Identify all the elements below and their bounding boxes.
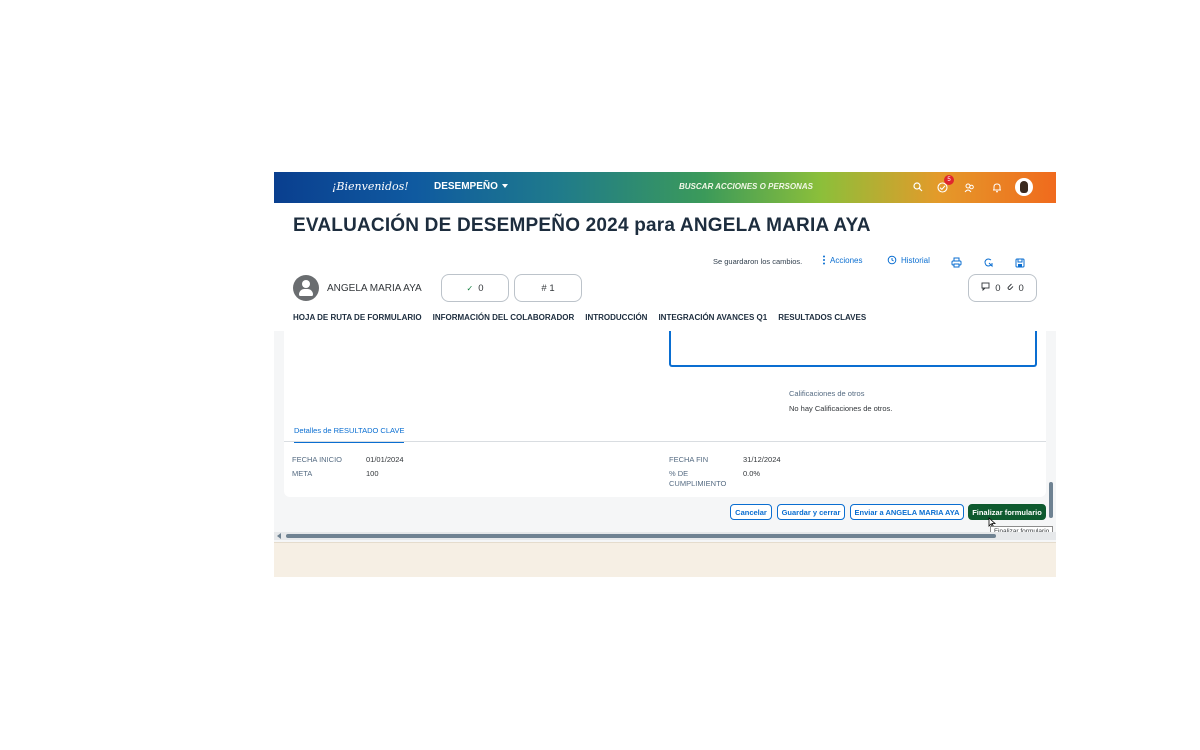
comments-attachments-pill[interactable]: 0 0 bbox=[968, 274, 1037, 302]
search-input[interactable]: BUSCAR ACCIONES O PERSONAS bbox=[679, 182, 813, 191]
ratings-pill[interactable]: # 1 bbox=[514, 274, 582, 302]
attachments-count: 0 bbox=[1018, 282, 1024, 294]
scroll-left-icon[interactable] bbox=[277, 533, 281, 539]
footer-band bbox=[274, 542, 1056, 577]
welcome-logo[interactable]: ¡Bienvenidos! bbox=[332, 180, 409, 193]
historial-label: Historial bbox=[901, 255, 930, 265]
completed-pill[interactable]: ✓ 0 bbox=[441, 274, 509, 302]
cumplimiento-value: 0.0% bbox=[743, 469, 761, 478]
content-card: Calificaciones de otros No hay Calificac… bbox=[284, 331, 1046, 497]
paperclip-icon bbox=[1006, 282, 1014, 294]
tab-informacion-colaborador[interactable]: INFORMACIÓN DEL COLABORADOR bbox=[433, 313, 575, 322]
check-icon: ✓ bbox=[466, 283, 474, 293]
cancel-button[interactable]: Cancelar bbox=[730, 504, 772, 520]
completed-count: 0 bbox=[478, 282, 484, 294]
send-to-button[interactable]: Enviar a ANGELA MARIA AYA bbox=[850, 504, 964, 520]
acciones-label: Acciones bbox=[830, 255, 863, 265]
export-icon[interactable] bbox=[983, 255, 995, 268]
finalize-button[interactable]: Finalizar formulario bbox=[968, 504, 1046, 520]
historial-button[interactable]: Historial bbox=[887, 255, 930, 265]
tab-introduccion[interactable]: INTRODUCCIÓN bbox=[585, 313, 647, 322]
fecha-inicio-value: 01/01/2024 bbox=[366, 455, 404, 464]
acciones-button[interactable]: Acciones bbox=[822, 255, 862, 265]
module-menu-label: DESEMPEÑO bbox=[434, 181, 498, 192]
section-tabs: HOJA DE RUTA DE FORMULARIO INFORMACIÓN D… bbox=[293, 313, 866, 322]
comment-textarea[interactable] bbox=[669, 331, 1037, 367]
history-icon bbox=[887, 255, 897, 265]
page-title: EVALUACIÓN DE DESEMPEÑO 2024 para ANGELA… bbox=[293, 215, 871, 236]
user-avatar[interactable] bbox=[1015, 178, 1033, 196]
fecha-fin-value: 31/12/2024 bbox=[743, 455, 781, 464]
person-avatar bbox=[293, 275, 319, 301]
cumplimiento-label-line1: % DE bbox=[669, 469, 689, 478]
scroll-thumb[interactable] bbox=[286, 534, 996, 538]
meta-label: META bbox=[292, 469, 313, 478]
module-menu[interactable]: DESEMPEÑO bbox=[434, 181, 508, 192]
print-icon[interactable] bbox=[951, 255, 963, 268]
meta-value: 100 bbox=[366, 469, 379, 478]
divider bbox=[284, 441, 1046, 442]
people-icon[interactable] bbox=[962, 180, 976, 194]
save-icon[interactable] bbox=[1015, 255, 1027, 268]
ratings-label: Calificaciones de otros bbox=[789, 389, 865, 398]
fecha-inicio-label: FECHA INICIO bbox=[292, 455, 343, 464]
comment-icon bbox=[981, 282, 990, 294]
horizontal-scrollbar[interactable] bbox=[274, 532, 1056, 540]
bell-icon[interactable] bbox=[990, 180, 1004, 194]
save-status: Se guardaron los cambios. bbox=[713, 257, 803, 266]
vertical-scrollbar[interactable] bbox=[1049, 482, 1053, 518]
app-window: ¡Bienvenidos! DESEMPEÑO BUSCAR ACCIONES … bbox=[274, 172, 1056, 577]
person-name: ANGELA MARIA AYA bbox=[327, 283, 422, 294]
shell-bar: ¡Bienvenidos! DESEMPEÑO BUSCAR ACCIONES … bbox=[274, 172, 1056, 203]
notification-badge: 5 bbox=[944, 175, 954, 185]
comments-count: 0 bbox=[995, 282, 1001, 294]
fecha-fin-label: FECHA FIN bbox=[669, 455, 709, 464]
tab-integracion-avances[interactable]: INTEGRACIÓN AVANCES Q1 bbox=[658, 313, 767, 322]
tab-hoja-de-ruta[interactable]: HOJA DE RUTA DE FORMULARIO bbox=[293, 313, 422, 322]
more-vertical-icon bbox=[823, 255, 825, 265]
chevron-down-icon bbox=[501, 184, 508, 189]
cumplimiento-label-line2: CUMPLIMIENTO bbox=[669, 479, 727, 488]
save-close-button[interactable]: Guardar y cerrar bbox=[777, 504, 845, 520]
search-icon[interactable] bbox=[911, 180, 925, 194]
page-header: EVALUACIÓN DE DESEMPEÑO 2024 para ANGELA… bbox=[274, 203, 1056, 331]
tab-resultados-claves[interactable]: RESULTADOS CLAVES bbox=[778, 313, 866, 322]
ratings-count: # 1 bbox=[541, 282, 555, 294]
ratings-empty-text: No hay Calificaciones de otros. bbox=[789, 404, 893, 413]
